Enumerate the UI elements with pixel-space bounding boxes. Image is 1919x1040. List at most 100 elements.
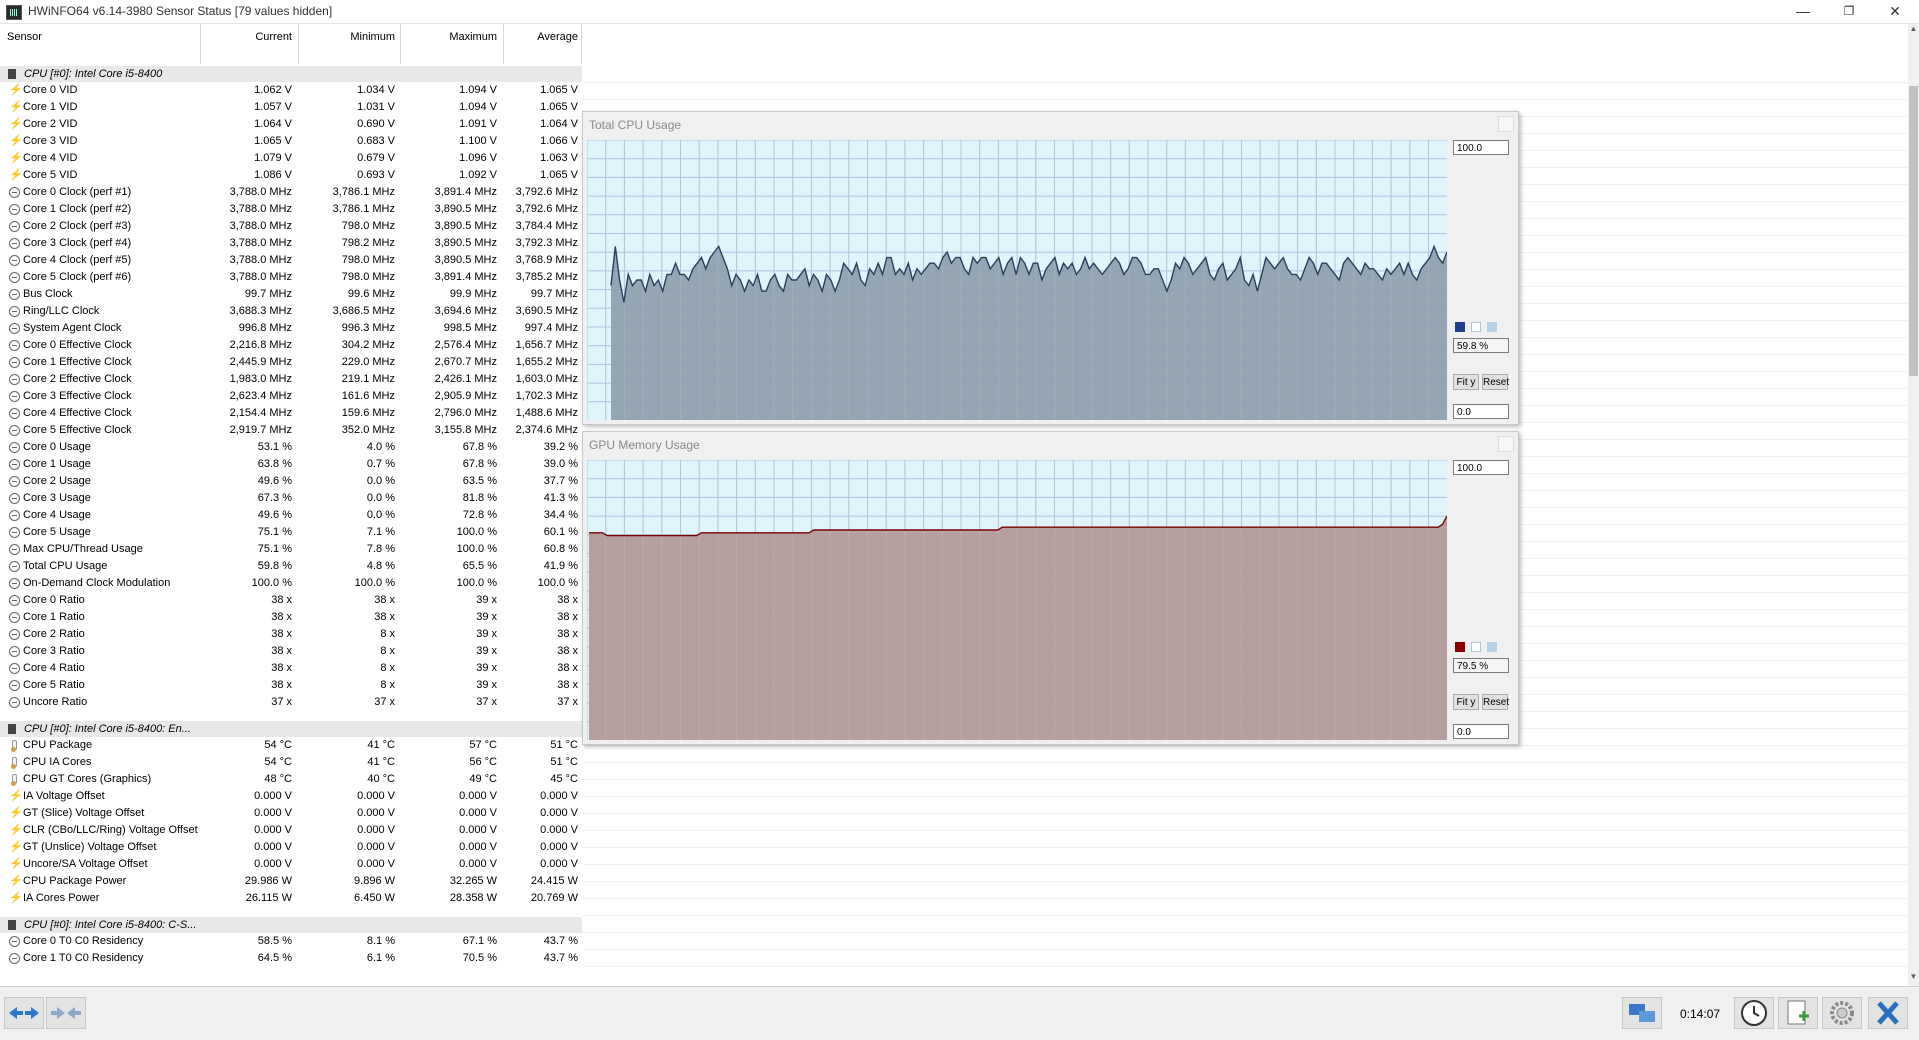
sensor-row[interactable]: Core 0 VID 1.062 V 1.034 V 1.094 V 1.065 V (0, 82, 582, 99)
minimize-button[interactable]: — (1780, 0, 1826, 22)
sensor-row[interactable]: Core 4 Effective Clock 2,154.4 MHz 159.6 M… (0, 405, 582, 422)
sensor-row[interactable]: Core 4 Usage 49.6 % 0.0 % 72.8 % 34.4 % (0, 507, 582, 524)
series-color-swatch[interactable] (1455, 642, 1465, 652)
col-maximum[interactable]: Maximum (400, 31, 497, 43)
sensor-row[interactable]: Core 1 VID 1.057 V 1.031 V 1.094 V 1.065 V (0, 99, 582, 116)
sensor-row[interactable]: Max CPU/Thread Usage 75.1 % 7.8 % 100.0 % 60… (0, 541, 582, 558)
sensor-row[interactable]: GT (Slice) Voltage Offset 0.000 V 0.000 V 0… (0, 805, 582, 822)
col-sensor[interactable]: Sensor (7, 31, 42, 43)
sensor-row[interactable]: Core 2 Clock (perf #3) 3,788.0 MHz 798.0 M… (0, 218, 582, 235)
sensor-name: Core 1 Clock (perf #2) (23, 203, 132, 215)
sensor-row[interactable]: Core 2 Usage 49.6 % 0.0 % 63.5 % 37.7 % (0, 473, 582, 490)
fit-y-button[interactable]: Fit y (1453, 694, 1479, 710)
sensor-row[interactable]: Total CPU Usage 59.8 % 4.8 % 65.5 % 41.9 % (0, 558, 582, 575)
network-icon[interactable] (1622, 997, 1662, 1029)
sensor-row[interactable]: Core 3 Clock (perf #4) 3,788.0 MHz 798.2 M… (0, 235, 582, 252)
sensor-row[interactable]: Core 5 Clock (perf #6) 3,788.0 MHz 798.0 M… (0, 269, 582, 286)
sensor-row[interactable]: Core 4 Ratio 38 x 8 x 39 x 38 x (0, 660, 582, 677)
fit-y-button[interactable]: Fit y (1453, 374, 1479, 390)
sensor-row[interactable]: Core 3 VID 1.065 V 0.683 V 1.100 V 1.066 V (0, 133, 582, 150)
gauge-icon (9, 255, 20, 266)
sensor-row[interactable]: GT (Unslice) Voltage Offset 0.000 V 0.000 … (0, 839, 582, 856)
value-minimum: 0.7 % (366, 458, 395, 470)
value-current: 0.000 V (254, 858, 292, 870)
sensor-row[interactable]: Uncore/SA Voltage Offset 0.000 V 0.000 V 0.… (0, 856, 582, 873)
scroll-thumb[interactable] (1909, 86, 1918, 376)
graph-close-button[interactable] (1498, 436, 1514, 452)
sensor-row[interactable]: Core 0 Effective Clock 2,216.8 MHz 304.2 M… (0, 337, 582, 354)
sensor-row[interactable]: Core 0 Clock (perf #1) 3,788.0 MHz 3,786.1… (0, 184, 582, 201)
report-icon[interactable] (1778, 997, 1818, 1029)
sensor-row[interactable]: Core 3 Effective Clock 2,623.4 MHz 161.6 M… (0, 388, 582, 405)
sensor-row[interactable]: Core 2 Effective Clock 1,983.0 MHz 219.1 M… (0, 371, 582, 388)
close-button[interactable]: ✕ (1872, 0, 1918, 22)
sensor-row[interactable]: On-Demand Clock Modulation 100.0 % 100.0 %… (0, 575, 582, 592)
row-guide (582, 881, 1912, 882)
sensor-row[interactable]: Core 3 Usage 67.3 % 0.0 % 81.8 % 41.3 % (0, 490, 582, 507)
y-max-field[interactable]: 100.0 (1453, 460, 1509, 475)
sensor-row[interactable]: Ring/LLC Clock 3,688.3 MHz 3,686.5 MHz 3,69… (0, 303, 582, 320)
sensor-row[interactable]: Core 1 Ratio 38 x 38 x 39 x 38 x (0, 609, 582, 626)
sensor-row[interactable]: Core 1 Clock (perf #2) 3,788.0 MHz 3,786.1… (0, 201, 582, 218)
grid-color-swatch[interactable] (1487, 322, 1497, 332)
sensor-row[interactable]: CPU GT Cores (Graphics) 48 °C 40 °C 49 °C 45… (0, 771, 582, 788)
close-app-icon[interactable] (1868, 997, 1908, 1029)
y-min-field[interactable]: 0.0 (1453, 724, 1509, 739)
sensor-row[interactable]: Core 2 Ratio 38 x 8 x 39 x 38 x (0, 626, 582, 643)
restore-button[interactable]: ❐ (1826, 0, 1872, 22)
sensor-row[interactable]: CLR (CBo/LLC/Ring) Voltage Offset 0.000 V… (0, 822, 582, 839)
background-color-swatch[interactable] (1471, 322, 1481, 332)
sensor-row[interactable]: Core 3 Ratio 38 x 8 x 39 x 38 x (0, 643, 582, 660)
value-current: 3,788.0 MHz (229, 271, 292, 283)
graph-close-button[interactable] (1498, 116, 1514, 132)
sensor-graph-window[interactable]: GPU Memory Usage 100.0 79.5 % Fit y Reset 0.0 (582, 431, 1519, 745)
sensor-row[interactable]: Core 5 Ratio 38 x 8 x 39 x 38 x (0, 677, 582, 694)
reset-button[interactable]: Reset (1482, 374, 1509, 390)
series-color-swatch[interactable] (1455, 322, 1465, 332)
col-current[interactable]: Current (200, 31, 292, 43)
scroll-up-icon[interactable]: ▲ (1908, 24, 1919, 38)
col-sep (200, 24, 201, 64)
sensor-row[interactable]: Core 5 VID 1.086 V 0.693 V 1.092 V 1.065 V (0, 167, 582, 184)
sensor-row[interactable]: Uncore Ratio 37 x 37 x 37 x 37 x (0, 694, 582, 711)
sensor-row[interactable]: Core 5 Usage 75.1 % 7.1 % 100.0 % 60.1 % (0, 524, 582, 541)
sensor-row[interactable]: Core 1 Effective Clock 2,445.9 MHz 229.0 M… (0, 354, 582, 371)
grid-color-swatch[interactable] (1487, 642, 1497, 652)
sensor-row[interactable]: Core 4 VID 1.079 V 0.679 V 1.096 V 1.063 V (0, 150, 582, 167)
nav-back-icon[interactable] (4, 997, 44, 1029)
value-maximum: 3,891.4 MHz (434, 271, 497, 283)
sensor-row[interactable]: Core 0 T0 C0 Residency 58.5 % 8.1 % 67.1 % 4… (0, 933, 582, 950)
sensor-group-header[interactable]: CPU [#0]: Intel Core i5-8400 (0, 66, 582, 82)
sensor-row[interactable]: Core 2 VID 1.064 V 0.690 V 1.091 V 1.064 V (0, 116, 582, 133)
sensor-row[interactable]: CPU Package 54 °C 41 °C 57 °C 51 °C (0, 737, 582, 754)
sensor-row[interactable]: CPU Package Power 29.986 W 9.896 W 32.265 W… (0, 873, 582, 890)
sensor-row[interactable]: Bus Clock 99.7 MHz 99.6 MHz 99.9 MHz 99.7 MH… (0, 286, 582, 303)
nav-forward-icon[interactable] (46, 997, 86, 1029)
settings-gear-icon[interactable] (1822, 997, 1862, 1029)
sensor-row[interactable]: Core 0 Ratio 38 x 38 x 39 x 38 x (0, 592, 582, 609)
sensor-row[interactable]: IA Cores Power 26.115 W 6.450 W 28.358 W 20.… (0, 890, 582, 907)
value-minimum: 798.2 MHz (341, 237, 395, 249)
sensor-row[interactable]: Core 5 Effective Clock 2,919.7 MHz 352.0 M… (0, 422, 582, 439)
background-color-swatch[interactable] (1471, 642, 1481, 652)
sensor-row[interactable]: Core 4 Clock (perf #5) 3,788.0 MHz 798.0 M… (0, 252, 582, 269)
sensor-row[interactable]: Core 1 Usage 63.8 % 0.7 % 67.8 % 39.0 % (0, 456, 582, 473)
y-max-field[interactable]: 100.0 (1453, 140, 1509, 155)
sensor-graph-window[interactable]: Total CPU Usage 100.0 59.8 % Fit y Reset 0.0 (582, 111, 1519, 425)
sensor-group-header[interactable]: CPU [#0]: Intel Core i5-8400: C-S... (0, 917, 582, 933)
sensor-row[interactable]: System Agent Clock 996.8 MHz 996.3 MHz 998.… (0, 320, 582, 337)
y-min-field[interactable]: 0.0 (1453, 404, 1509, 419)
sensor-row[interactable]: Core 0 Usage 53.1 % 4.0 % 67.8 % 39.2 % (0, 439, 582, 456)
sensor-row[interactable]: CPU IA Cores 54 °C 41 °C 56 °C 51 °C (0, 754, 582, 771)
reset-button[interactable]: Reset (1482, 694, 1509, 710)
value-minimum: 8 x (380, 645, 395, 657)
value-average: 1.065 V (540, 169, 578, 181)
sensor-group-header[interactable]: CPU [#0]: Intel Core i5-8400: En... (0, 721, 582, 737)
sensor-row[interactable]: IA Voltage Offset 0.000 V 0.000 V 0.000 V 0.… (0, 788, 582, 805)
scroll-down-icon[interactable]: ▼ (1908, 972, 1919, 986)
scrollbar[interactable]: ▲ ▼ (1908, 24, 1919, 986)
clock-icon[interactable] (1734, 997, 1774, 1029)
sensor-row[interactable]: Core 1 T0 C0 Residency 64.5 % 6.1 % 70.5 % 4… (0, 950, 582, 967)
col-average[interactable]: Average (503, 31, 578, 43)
col-minimum[interactable]: Minimum (300, 31, 395, 43)
